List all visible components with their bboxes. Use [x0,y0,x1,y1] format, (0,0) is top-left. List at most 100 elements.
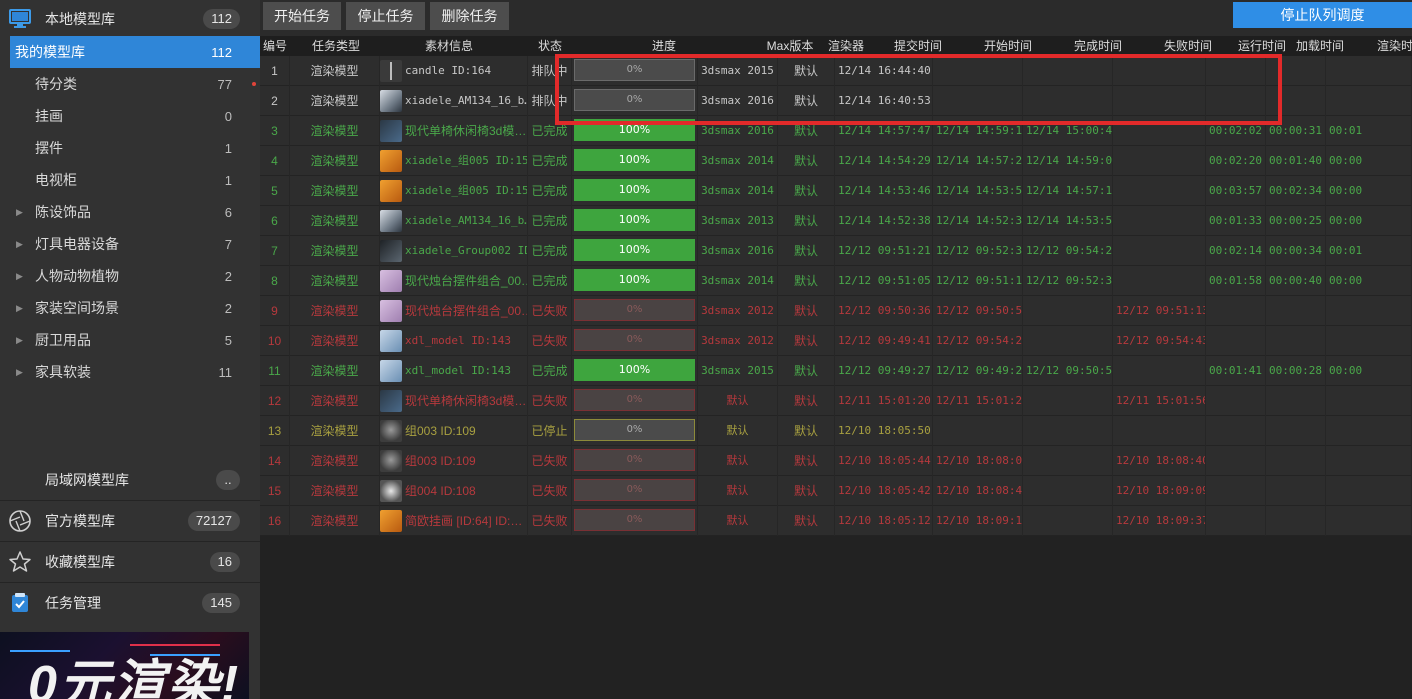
model-thumbnail[interactable] [380,150,402,172]
delete-task-button[interactable]: 删除任务 [430,2,509,30]
model-thumbnail[interactable] [380,480,402,502]
local-library-header[interactable]: 本地模型库 112 [0,0,260,38]
column-header[interactable]: 素材信息 [410,36,488,56]
column-header[interactable]: 任务类型 [300,36,372,56]
stop-queue-button[interactable]: 停止队列调度 [1233,2,1412,28]
model-thumbnail[interactable] [380,270,402,292]
model-thumbnail[interactable] [380,360,402,382]
column-header[interactable]: 加载时间 [1290,36,1350,56]
table-row[interactable]: 5 渲染模型 xiadele_组005 ID:155 已完成 100% 3dsmax 20… [260,176,1412,206]
column-header[interactable]: 完成时间 [1058,36,1138,56]
expand-arrow-icon[interactable]: ▶ [16,239,23,250]
sidebar-category[interactable]: ▶ 家具软装 11 [0,356,260,388]
expand-arrow-icon[interactable]: ▶ [16,303,23,314]
table-row[interactable]: 14 渲染模型 组003 ID:109 已失败 0% 默认 默认 12/10 18:05:44… [260,446,1412,476]
table-row[interactable]: 1 渲染模型 candle ID:164 排队中 0% 3dsmax 2015 默认 12/1… [260,56,1412,86]
model-thumbnail[interactable] [380,240,402,262]
sidebar-category[interactable]: ▶ 厨卫用品 5 [0,324,260,356]
promo-banner[interactable]: 0元渲染! [0,632,249,699]
cell-renderer: 默认 [778,206,835,236]
cell-run: 00:03:57 [1206,176,1266,206]
progress-bar: 100% [574,119,695,141]
model-thumbnail[interactable] [380,450,402,472]
cell-render: 00:01 [1326,116,1412,146]
model-thumbnail[interactable] [380,90,402,112]
expand-arrow-icon[interactable]: ▶ [16,367,23,378]
table-row[interactable]: 11 渲染模型 xdl_model ID:143 已完成 100% 3dsmax 2015… [260,356,1412,386]
column-header[interactable]: 渲染器 [822,36,870,56]
sidebar-category[interactable]: 摆件 1 [0,132,260,164]
material-cell: xdl_model ID:143 [380,326,528,356]
favorites-header[interactable]: 收藏模型库 16 [0,543,260,581]
table-row[interactable]: 8 渲染模型 现代烛台摆件组合_00… 已完成 100% 3dsmax 2014 默认 12/… [260,266,1412,296]
sidebar-category[interactable]: 电视柜 1 [0,164,260,196]
cell-render: 00:00 [1326,356,1412,386]
material-cell: 组004 ID:108 [380,476,528,506]
material-name: xiadele_组005 ID:155 [405,154,528,167]
cell-start [933,56,1023,86]
cell-id: 3 [260,116,290,146]
cell-done [1023,296,1113,326]
cell-run: 00:01:33 [1206,206,1266,236]
sidebar-category[interactable]: ▶ 人物动物植物 2 [0,260,260,292]
sidebar-category-count: 1 [224,172,232,188]
sidebar-category[interactable]: ▶ 陈设饰品 6 [0,196,260,228]
official-library-label: 官方模型库 [45,513,115,529]
cell-start: 12/10 18:09:10 [933,506,1023,536]
official-library-header[interactable]: 官方模型库 72127 [0,502,260,540]
table-row[interactable]: 3 渲染模型 现代单椅休闲椅3d模… 已完成 100% 3dsmax 2016 默认 12/1… [260,116,1412,146]
model-thumbnail[interactable] [380,120,402,142]
model-thumbnail[interactable] [380,300,402,322]
column-header[interactable]: 失败时间 [1148,36,1228,56]
column-header[interactable]: 渲染时 [1370,36,1412,56]
table-row[interactable]: 7渲染模型 xiadele_Group002 ID:…已完成100%3dsmax … [260,236,1412,266]
model-thumbnail[interactable] [380,390,402,412]
sidebar-category[interactable]: 待分类 77 [0,68,260,100]
sidebar-category[interactable]: ▶ 家装空间场景 2 [0,292,260,324]
sidebar-category-label: 家装空间场景 [35,300,119,316]
model-thumbnail[interactable] [380,180,402,202]
column-header[interactable]: 编号 [260,36,290,56]
model-thumbnail[interactable] [380,210,402,232]
expand-arrow-icon[interactable]: ▶ [16,335,23,346]
table-row[interactable]: 10 渲染模型 xdl_model ID:143 已失败 0% 3dsmax 2012 默认… [260,326,1412,356]
model-thumbnail[interactable] [380,510,402,532]
table-row[interactable]: 12 渲染模型 现代单椅休闲椅3d模… 已失败 0% 默认 默认 12/11 15:01:20… [260,386,1412,416]
tasks-header[interactable]: 任务管理 145 [0,584,260,622]
model-thumbnail[interactable] [380,420,402,442]
cell-fail [1113,266,1206,296]
unread-dot [252,82,256,86]
model-thumbnail[interactable] [380,330,402,352]
cell-max: 3dsmax 2016 [698,116,778,146]
model-thumbnail[interactable] [380,60,402,82]
cell-submit: 12/12 09:51:21 [835,236,933,266]
column-header[interactable]: 开始时间 [968,36,1048,56]
column-header[interactable]: 状态 [528,36,572,56]
column-header[interactable]: 提交时间 [878,36,958,56]
material-cell: xiadele_组005 ID:155 [380,176,528,206]
column-header[interactable]: 运行时间 [1232,36,1292,56]
expand-arrow-icon[interactable]: ▶ [16,271,23,282]
progress-cell: 0% [572,476,698,506]
sidebar-category[interactable]: ▶ 灯具电器设备 7 [0,228,260,260]
table-row[interactable]: 15 渲染模型 组004 ID:108 已失败 0% 默认 默认 12/10 18:05:42… [260,476,1412,506]
column-header[interactable]: Max版本 [755,36,825,56]
table-row[interactable]: 4 渲染模型 xiadele_组005 ID:155 已完成 100% 3dsmax 20… [260,146,1412,176]
start-task-button[interactable]: 开始任务 [263,2,341,30]
stop-task-button[interactable]: 停止任务 [346,2,425,30]
cell-renderer: 默认 [778,266,835,296]
cell-start: 12/14 14:59:10 [933,116,1023,146]
column-header[interactable]: 进度 [620,36,708,56]
cell-start [933,416,1023,446]
cell-max: 默认 [698,416,778,446]
progress-cell: 0% [572,416,698,446]
table-row[interactable]: 2 渲染模型 xiadele_AM134_16_b… 排队中 0% 3dsmax 2016… [260,86,1412,116]
sidebar-category[interactable]: 挂画 0 [0,100,260,132]
table-row[interactable]: 9 渲染模型 现代烛台摆件组合_00… 已失败 0% 3dsmax 2012 默认 12/12… [260,296,1412,326]
lan-library-header[interactable]: 局域网模型库 .. [0,461,260,499]
table-row[interactable]: 13 渲染模型 组003 ID:109 已停止 0% 默认 默认 12/10 18:05:50 [260,416,1412,446]
sidebar-category[interactable]: 我的模型库 112 [10,36,260,68]
expand-arrow-icon[interactable]: ▶ [16,207,23,218]
table-row[interactable]: 16 渲染模型 简欧挂画 [ID:64] ID:… 已失败 0% 默认 默认 12/10 18… [260,506,1412,536]
table-row[interactable]: 6 渲染模型 xiadele_AM134_16_b… 已完成 100% 3dsmax 20… [260,206,1412,236]
